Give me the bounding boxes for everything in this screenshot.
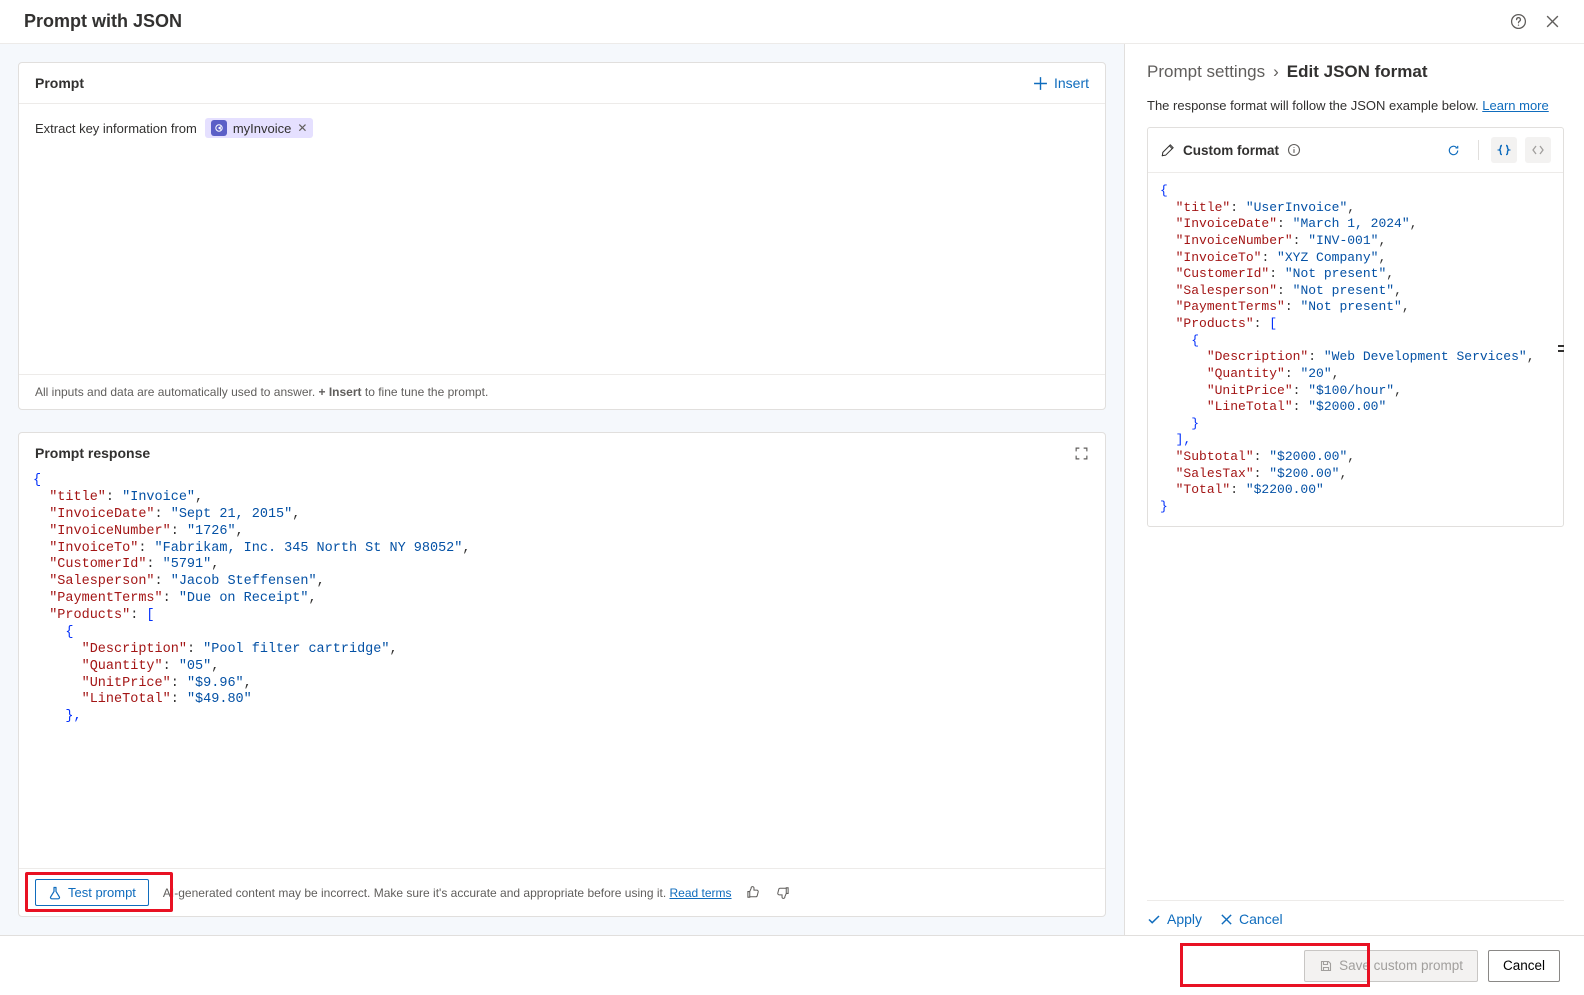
variable-chip-myinvoice[interactable]: myInvoice ✕ — [205, 118, 314, 138]
settings-panel: Prompt settings › Edit JSON format The r… — [1124, 44, 1584, 935]
response-card: Prompt response { "title": "Invoice", "I… — [18, 432, 1106, 917]
footer-cancel-button[interactable]: Cancel — [1488, 950, 1560, 982]
variable-icon — [211, 120, 227, 136]
ai-disclaimer: AI-generated content may be incorrect. M… — [163, 886, 732, 900]
dialog-title: Prompt with JSON — [24, 11, 1510, 32]
dialog-header: Prompt with JSON — [0, 0, 1584, 44]
prompt-section-title: Prompt — [35, 75, 1033, 91]
thumbs-down-icon[interactable] — [775, 885, 790, 900]
chip-remove-icon[interactable]: ✕ — [297, 121, 307, 135]
panel-actions: Apply Cancel — [1147, 900, 1564, 927]
chevron-right-icon: › — [1273, 62, 1279, 82]
prompt-input-area[interactable]: Extract key information from myInvoice ✕ — [19, 104, 1105, 374]
code-view-icon[interactable] — [1525, 137, 1551, 163]
close-icon[interactable] — [1545, 14, 1560, 29]
response-json-output[interactable]: { "title": "Invoice", "InvoiceDate": "Se… — [19, 469, 1105, 868]
prompt-text-prefix: Extract key information from — [35, 121, 197, 136]
read-terms-link[interactable]: Read terms — [670, 886, 732, 900]
dialog-footer: Save custom prompt Cancel — [0, 935, 1584, 995]
help-icon[interactable] — [1510, 13, 1527, 30]
learn-more-link[interactable]: Learn more — [1482, 98, 1548, 113]
breadcrumb-parent[interactable]: Prompt settings — [1147, 62, 1265, 82]
expand-icon[interactable] — [1074, 446, 1089, 461]
response-section-title: Prompt response — [35, 445, 1074, 461]
edit-icon — [1160, 143, 1175, 158]
insert-label: Insert — [1054, 75, 1089, 91]
test-prompt-button[interactable]: Test prompt — [35, 879, 149, 906]
chip-label: myInvoice — [233, 121, 292, 136]
json-view-icon[interactable] — [1491, 137, 1517, 163]
breadcrumb-current: Edit JSON format — [1287, 62, 1428, 82]
resize-handle-icon[interactable] — [1556, 345, 1564, 359]
thumbs-up-icon[interactable] — [746, 885, 761, 900]
prompt-footer-hint: All inputs and data are automatically us… — [19, 374, 1105, 409]
reset-icon[interactable] — [1440, 137, 1466, 163]
panel-cancel-button[interactable]: Cancel — [1220, 911, 1283, 927]
save-custom-prompt-button: Save custom prompt — [1304, 950, 1478, 982]
breadcrumb: Prompt settings › Edit JSON format — [1147, 62, 1564, 82]
custom-format-title: Custom format — [1183, 143, 1279, 158]
format-description: The response format will follow the JSON… — [1147, 98, 1564, 113]
custom-format-editor[interactable]: { "title": "UserInvoice", "InvoiceDate":… — [1148, 173, 1563, 526]
prompt-card: Prompt Insert Extract key information fr… — [18, 62, 1106, 410]
custom-format-card: Custom format { "title": "UserInvoice", … — [1147, 127, 1564, 527]
apply-button[interactable]: Apply — [1147, 911, 1202, 927]
insert-button[interactable]: Insert — [1033, 75, 1089, 91]
info-icon[interactable] — [1287, 143, 1301, 157]
